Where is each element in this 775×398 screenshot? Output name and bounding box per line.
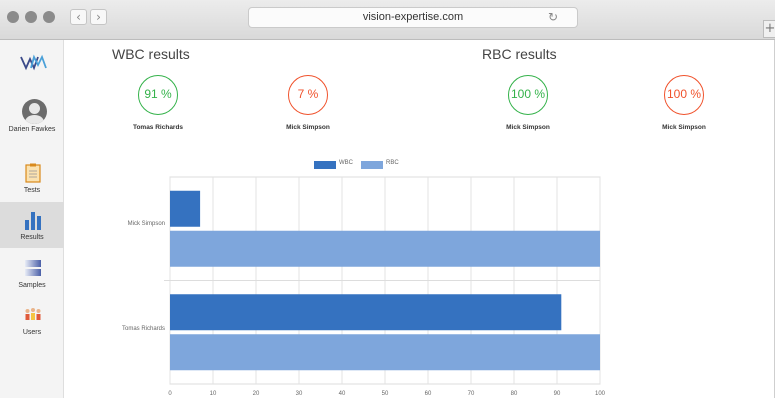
x-tick-label: 20 [252, 391, 260, 397]
bar-chart-icon [25, 212, 41, 230]
x-tick-label: 100 [594, 391, 605, 397]
legend-label-rbc[interactable]: RBC [386, 160, 399, 166]
x-tick-label: 0 [168, 391, 172, 397]
bar-wbc [170, 294, 562, 331]
bar-rbc [170, 230, 600, 267]
samples-icon [25, 260, 41, 276]
clipboard-icon [25, 163, 41, 183]
rbc-score-name: Mick Simpson [662, 124, 706, 131]
sidebar-item-label: Samples [18, 282, 46, 289]
users-icon [25, 308, 41, 320]
x-tick-label: 60 [424, 391, 432, 397]
legend-label-wbc[interactable]: WBC [339, 160, 353, 166]
minimize-window-button[interactable] [25, 11, 37, 23]
browser-titlebar: ‹ › vision-expertise.com ↻ + [0, 0, 775, 40]
sidebar-item-users[interactable]: Users [0, 297, 64, 343]
x-tick-label: 30 [295, 391, 303, 397]
new-tab-button[interactable]: + [763, 20, 775, 38]
sidebar: Darien Fawkes Tests Results Samples User… [0, 40, 64, 398]
rbc-score-circle: 100 % [664, 75, 704, 115]
sidebar-item-tests[interactable]: Tests [0, 155, 64, 201]
wbc-score-circle: 7 % [288, 75, 328, 115]
wbc-score-name: Tomas Richards [132, 124, 184, 131]
category-label: Mick Simpson [127, 221, 165, 227]
wbc-score-name: Mick Simpson [286, 124, 330, 131]
wbc-results-title: WBC results [112, 46, 190, 62]
logo[interactable] [20, 52, 48, 72]
zoom-window-button[interactable] [43, 11, 55, 23]
wbc-score-circle: 91 % [138, 75, 178, 115]
url-text: vision-expertise.com [362, 11, 464, 23]
browser-window: ‹ › vision-expertise.com ↻ + Darien Fawk… [0, 0, 775, 398]
x-tick-label: 90 [553, 391, 561, 397]
rbc-results-title: RBC results [482, 46, 557, 62]
category-label: Tomas Richards [121, 326, 165, 332]
close-window-button[interactable] [7, 11, 19, 23]
chevron-right-icon[interactable]: › [90, 9, 107, 25]
address-bar[interactable]: vision-expertise.com [248, 7, 578, 28]
x-tick-label: 40 [338, 391, 346, 397]
bar-rbc [170, 334, 600, 371]
avatar[interactable] [22, 99, 47, 124]
user-name: Darien Fawkes [8, 126, 56, 133]
reload-icon[interactable]: ↻ [548, 7, 558, 28]
results-bar-chart [164, 176, 601, 385]
legend-swatch-rbc [361, 161, 383, 169]
bar-wbc [170, 190, 201, 227]
sidebar-item-label: Tests [23, 187, 41, 194]
x-tick-label: 80 [510, 391, 518, 397]
sidebar-item-label: Results [20, 234, 44, 241]
sidebar-item-samples[interactable]: Samples [0, 250, 64, 296]
rbc-score-circle: 100 % [508, 75, 548, 115]
rbc-score-name: Mick Simpson [506, 124, 550, 131]
x-tick-label: 10 [209, 391, 217, 397]
legend-swatch-wbc [314, 161, 336, 169]
chevron-left-icon[interactable]: ‹ [70, 9, 87, 25]
x-tick-label: 70 [467, 391, 475, 397]
x-tick-label: 50 [381, 391, 389, 397]
